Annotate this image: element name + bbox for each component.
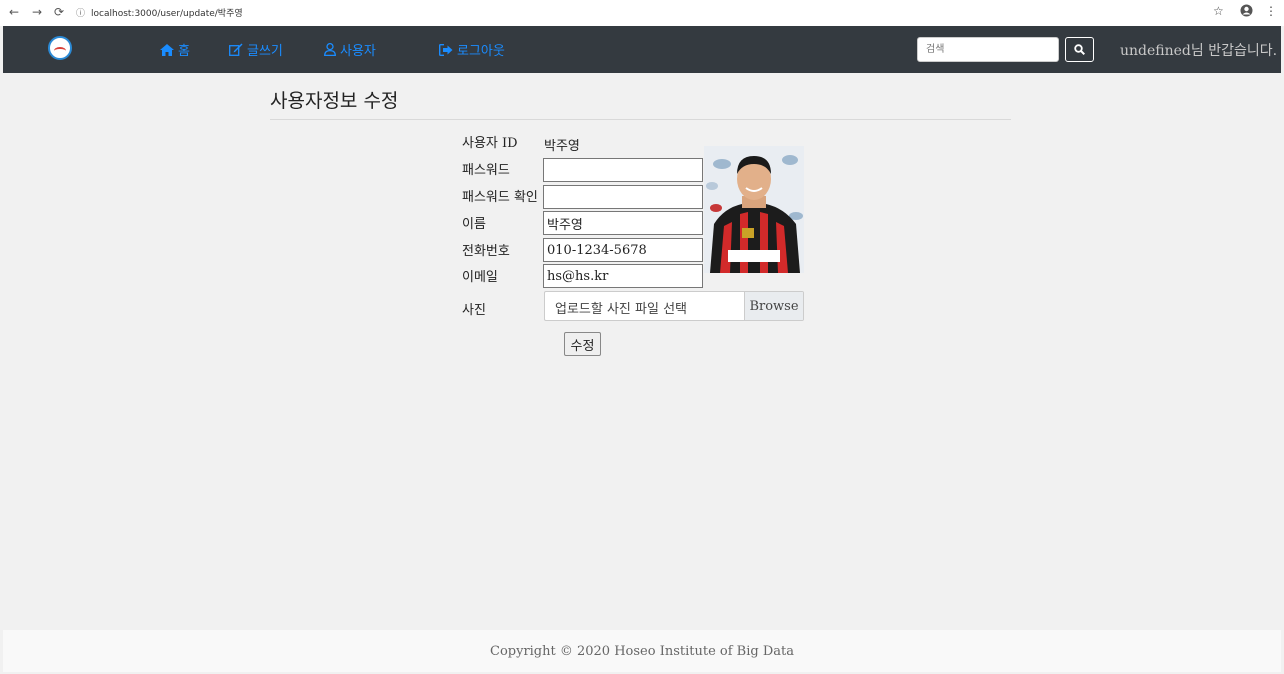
- browse-button[interactable]: Browse: [744, 292, 803, 320]
- home-icon: [160, 43, 174, 56]
- file-input-label: 업로드할 사진 파일 선택: [555, 302, 687, 317]
- name-label: 이름: [462, 217, 486, 232]
- phone-field[interactable]: [543, 238, 703, 262]
- search-icon: [1074, 44, 1085, 55]
- nav-home[interactable]: 홈: [160, 40, 190, 59]
- email-label: 이메일: [462, 270, 498, 285]
- info-icon[interactable]: ⓘ: [76, 6, 85, 19]
- footer: Copyright © 2020 Hoseo Institute of Big …: [3, 630, 1281, 672]
- star-icon[interactable]: ☆: [1213, 4, 1224, 18]
- nav-write[interactable]: 글쓰기: [229, 40, 283, 59]
- url-text: localhost:3000/user/update/박주영: [91, 9, 243, 19]
- greeting-text: undefined님 반갑습니다.: [1120, 43, 1278, 59]
- submit-button[interactable]: 수정: [564, 332, 601, 356]
- sign-out-icon: [439, 43, 453, 56]
- edit-icon: [229, 43, 243, 56]
- userid-label: 사용자 ID: [462, 136, 518, 151]
- photo-label: 사진: [462, 303, 486, 318]
- forward-icon[interactable]: →: [32, 5, 42, 19]
- user-icon: [324, 43, 336, 56]
- nav-users[interactable]: 사용자: [324, 40, 376, 59]
- search-button[interactable]: [1065, 37, 1094, 62]
- reload-icon[interactable]: ⟳: [54, 5, 64, 19]
- search-input[interactable]: [917, 37, 1059, 62]
- userid-value: 박주영: [544, 139, 580, 154]
- nav-logout-label: 로그아웃: [457, 44, 505, 59]
- back-icon[interactable]: ←: [9, 5, 19, 19]
- password-field[interactable]: [543, 158, 703, 182]
- page-title: 사용자정보 수정: [270, 90, 399, 112]
- nav-logout[interactable]: 로그아웃: [439, 40, 505, 59]
- photo-file-input[interactable]: 업로드할 사진 파일 선택 Browse: [544, 291, 804, 321]
- title-divider: [270, 119, 1011, 120]
- browser-toolbar: ← → ⟳ ⓘ localhost:3000/user/update/박주영 ☆…: [0, 0, 1284, 26]
- user-photo: [704, 146, 804, 273]
- name-field[interactable]: [543, 211, 703, 235]
- nav-users-label: 사용자: [340, 44, 376, 59]
- email-field[interactable]: [543, 264, 703, 288]
- password-label: 패스워드: [462, 163, 510, 178]
- navbar: 홈 글쓰기 사용자 로그아웃 undefined님 반갑습니다.: [3, 26, 1281, 73]
- menu-icon[interactable]: ⋮: [1265, 4, 1277, 18]
- copyright-text: Copyright © 2020 Hoseo Institute of Big …: [490, 643, 794, 659]
- logo-icon[interactable]: [48, 36, 72, 60]
- account-icon[interactable]: [1240, 4, 1253, 20]
- address-bar[interactable]: ⓘ localhost:3000/user/update/박주영: [76, 4, 1256, 21]
- nav-write-label: 글쓰기: [247, 44, 283, 59]
- password-confirm-label: 패스워드 확인: [462, 190, 538, 205]
- password-confirm-field[interactable]: [543, 185, 703, 209]
- nav-home-label: 홈: [178, 44, 190, 59]
- phone-label: 전화번호: [462, 244, 510, 259]
